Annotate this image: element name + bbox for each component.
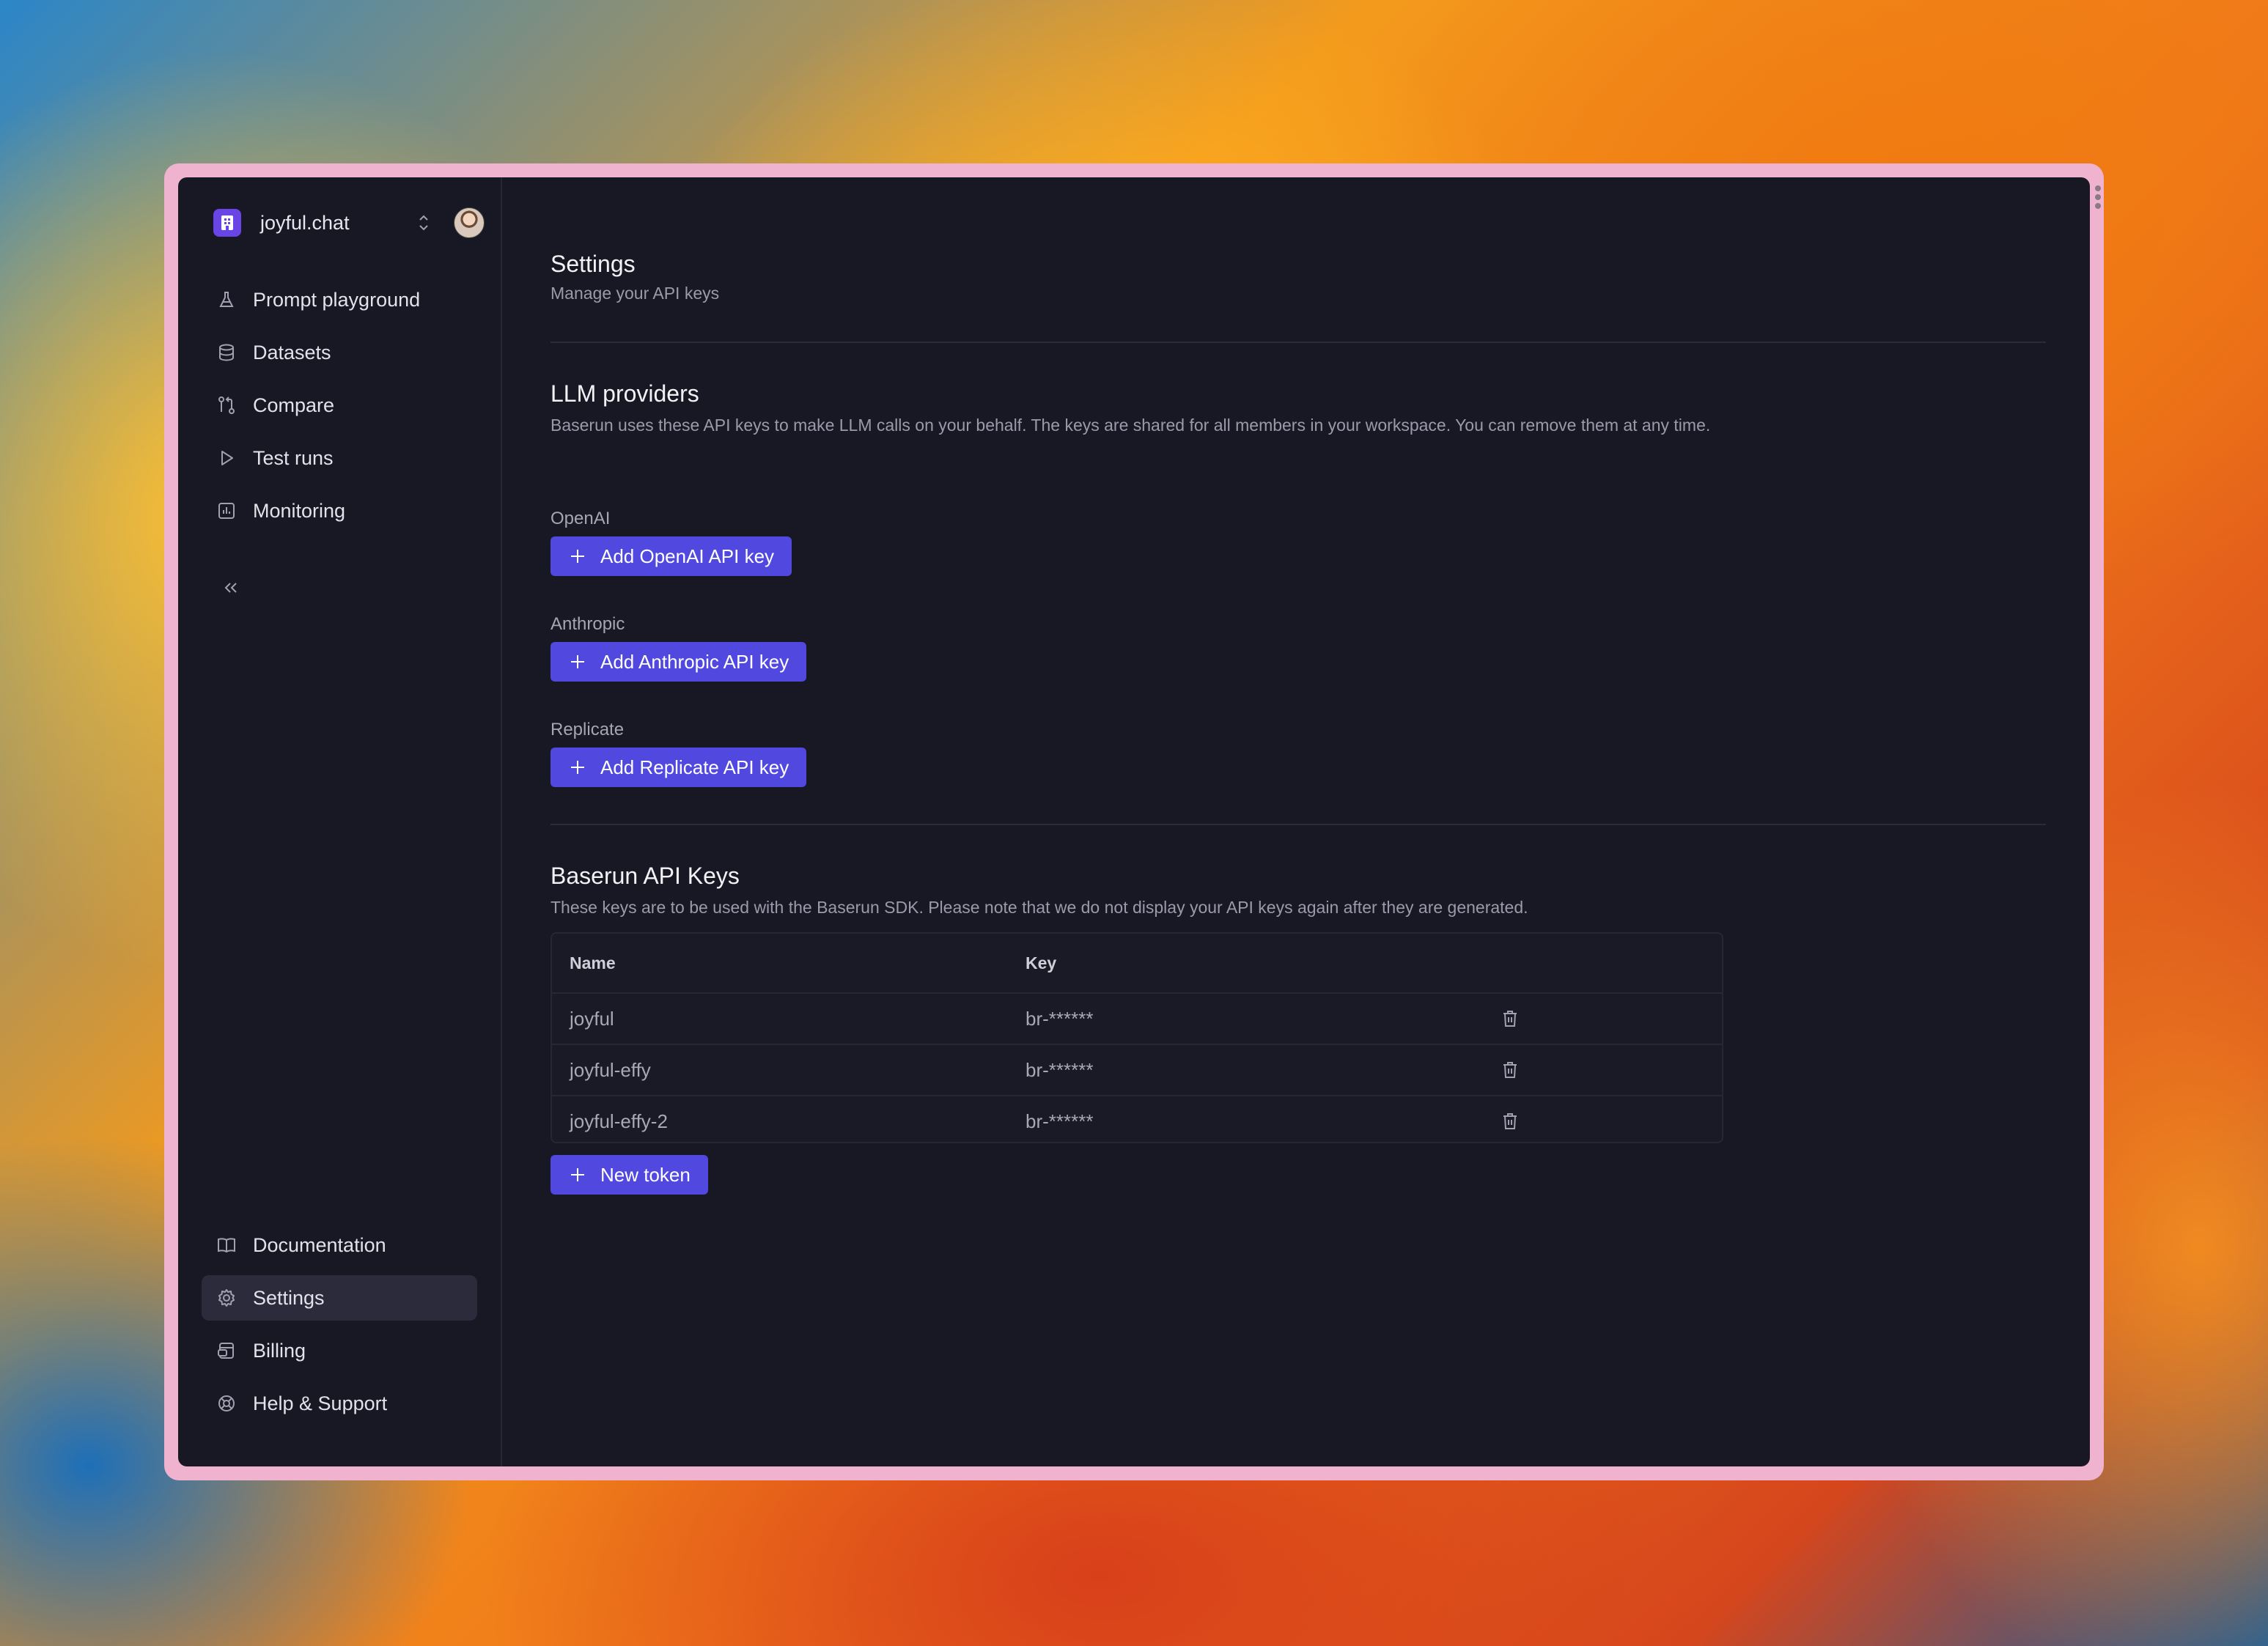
chevron-up-down-icon[interactable]: [413, 208, 435, 237]
key-name: joyful: [570, 1007, 614, 1030]
page-title: Settings: [551, 251, 636, 277]
key-value: br-******: [1026, 1110, 1094, 1132]
sidebar-item-label: Test runs: [253, 446, 334, 469]
sidebar-item-prompt-playground[interactable]: Prompt playground: [202, 277, 477, 322]
trash-icon[interactable]: [1499, 1008, 1521, 1030]
plus-icon: [568, 652, 587, 671]
avatar[interactable]: [454, 207, 485, 238]
sidebar-item-label: Monitoring: [253, 499, 346, 522]
window-handle[interactable]: [2095, 185, 2101, 209]
divider: [551, 824, 2046, 825]
table-header: Name Key: [552, 934, 1722, 994]
lifebuoy-icon: [216, 1393, 237, 1414]
sidebar-item-test-runs[interactable]: Test runs: [202, 435, 477, 481]
sidebar: joyful.chat Prompt playground Datasets C…: [178, 177, 502, 1466]
add-anthropic-key-button[interactable]: Add Anthropic API key: [551, 642, 807, 682]
plus-icon: [568, 758, 587, 777]
baserun-keys-description: These keys are to be used with the Baser…: [551, 898, 1528, 917]
app-window: joyful.chat Prompt playground Datasets C…: [178, 177, 2090, 1466]
sidebar-item-monitoring[interactable]: Monitoring: [202, 488, 477, 534]
sidebar-item-label: Prompt playground: [253, 288, 421, 311]
sidebar-item-settings[interactable]: Settings: [202, 1275, 477, 1321]
baserun-keys-title: Baserun API Keys: [551, 863, 740, 889]
sidebar-item-datasets[interactable]: Datasets: [202, 330, 477, 375]
column-header-key: Key: [1026, 953, 1057, 973]
workspace-name: joyful.chat: [260, 211, 350, 234]
sidebar-item-label: Datasets: [253, 341, 331, 363]
llm-providers-title: LLM providers: [551, 380, 699, 407]
gear-icon: [216, 1288, 237, 1308]
flask-icon: [216, 289, 237, 310]
book-icon: [216, 1235, 237, 1255]
collapse-sidebar-icon[interactable]: [216, 573, 246, 602]
trash-icon[interactable]: [1499, 1110, 1521, 1132]
nav-primary: Prompt playground Datasets Compare Test …: [202, 277, 477, 541]
key-value: br-******: [1026, 1007, 1094, 1030]
sidebar-item-label: Documentation: [253, 1233, 386, 1256]
column-header-name: Name: [570, 953, 616, 973]
sidebar-item-compare[interactable]: Compare: [202, 383, 477, 428]
provider-label-anthropic: Anthropic: [551, 614, 625, 634]
table-row: joyful-effy br-******: [552, 1045, 1722, 1096]
play-icon: [216, 448, 237, 468]
plus-icon: [568, 1165, 587, 1184]
trash-icon[interactable]: [1499, 1059, 1521, 1081]
main-content: Settings Manage your API keys LLM provid…: [502, 177, 2090, 1466]
table-row: joyful-effy-2 br-******: [552, 1096, 1722, 1146]
window-frame: joyful.chat Prompt playground Datasets C…: [164, 163, 2104, 1480]
key-name: joyful-effy-2: [570, 1110, 668, 1132]
plus-icon: [568, 547, 587, 566]
key-name: joyful-effy: [570, 1058, 651, 1081]
sidebar-item-label: Billing: [253, 1339, 306, 1362]
table-row: joyful br-******: [552, 994, 1722, 1045]
sidebar-item-billing[interactable]: Billing: [202, 1328, 477, 1373]
chart-icon: [216, 501, 237, 521]
sidebar-item-documentation[interactable]: Documentation: [202, 1222, 477, 1268]
button-label: Add Anthropic API key: [600, 650, 789, 673]
key-value: br-******: [1026, 1058, 1094, 1081]
add-replicate-key-button[interactable]: Add Replicate API key: [551, 748, 807, 787]
new-token-button[interactable]: New token: [551, 1155, 708, 1195]
button-label: Add OpenAI API key: [600, 545, 775, 567]
divider: [551, 342, 2046, 343]
database-icon: [216, 342, 237, 363]
billing-icon: [216, 1340, 237, 1361]
compare-icon: [216, 395, 237, 416]
workspace-switcher[interactable]: joyful.chat: [213, 207, 485, 239]
sidebar-item-label: Settings: [253, 1286, 325, 1309]
sidebar-item-label: Help & Support: [253, 1392, 388, 1414]
nav-secondary: Documentation Settings Billing Help & Su…: [202, 1222, 477, 1433]
provider-label-replicate: Replicate: [551, 720, 625, 739]
add-openai-key-button[interactable]: Add OpenAI API key: [551, 536, 792, 576]
building-icon: [213, 209, 241, 237]
sidebar-item-label: Compare: [253, 394, 335, 416]
page-subtitle: Manage your API keys: [551, 284, 720, 303]
button-label: Add Replicate API key: [600, 756, 789, 778]
provider-label-openai: OpenAI: [551, 509, 611, 528]
llm-providers-description: Baserun uses these API keys to make LLM …: [551, 416, 1711, 435]
sidebar-item-help-support[interactable]: Help & Support: [202, 1381, 477, 1426]
api-keys-table: Name Key joyful br-****** joyful-effy br…: [551, 932, 1723, 1143]
button-label: New token: [600, 1163, 691, 1186]
